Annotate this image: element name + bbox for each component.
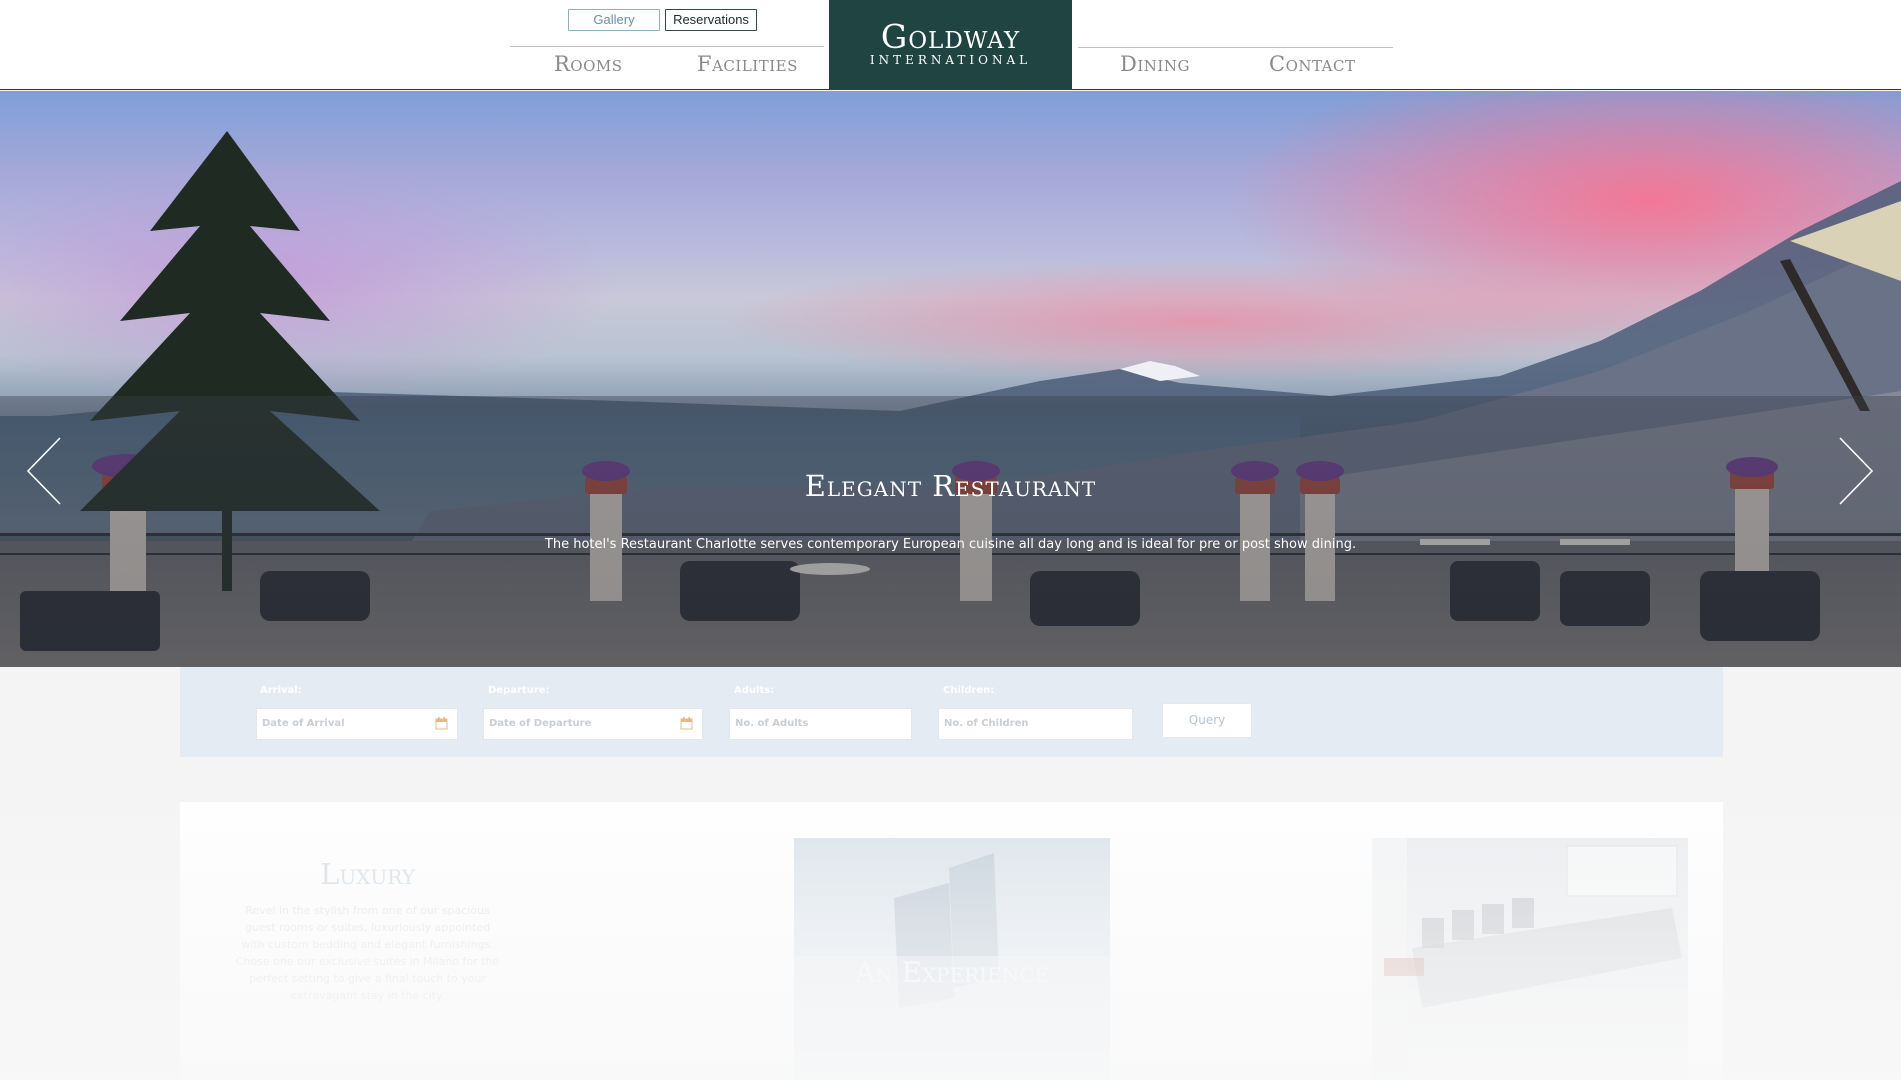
children-placeholder: No. of Children [944, 718, 1029, 729]
luxury-text: Revel in the stylish from one of our spa… [235, 904, 500, 1002]
site-logo[interactable]: Goldway INTERNATIONAL [829, 0, 1072, 90]
calendar-icon[interactable] [680, 717, 693, 730]
experience-title: An Experience [854, 956, 1050, 989]
header-right-nav: Dining Contact [1078, 0, 1393, 90]
reservations-button[interactable]: Reservations [665, 9, 757, 31]
adults-label: Adults: [734, 685, 775, 696]
nav-facilities[interactable]: Facilities [697, 52, 798, 76]
site-header: Gallery Reservations Rooms Facilities Go… [0, 0, 1901, 90]
departure-label: Departure: [488, 685, 550, 696]
nav-rooms[interactable]: Rooms [554, 52, 623, 76]
chevron-right-icon[interactable] [1836, 436, 1876, 506]
query-button[interactable]: Query [1162, 703, 1252, 738]
hero-description: The hotel's Restaurant Charlotte serves … [544, 537, 1357, 552]
children-label: Children: [943, 685, 995, 696]
logo-name: Goldway [880, 17, 1021, 56]
experience-card[interactable]: An Experience [794, 838, 1110, 1080]
departure-date-field[interactable]: Date of Departure [483, 708, 703, 740]
departure-placeholder: Date of Departure [489, 718, 592, 729]
nav-divider-left [510, 46, 824, 47]
luxury-title: Luxury [320, 857, 415, 891]
header-left-nav: Gallery Reservations Rooms Facilities [510, 0, 824, 90]
adults-placeholder: No. of Adults [735, 718, 809, 729]
hero-slider: Elegant Restaurant The hotel's Restauran… [0, 91, 1901, 667]
nav-divider-right [1078, 47, 1393, 48]
adults-field[interactable]: No. of Adults [729, 708, 912, 740]
children-field[interactable]: No. of Children [938, 708, 1133, 740]
gallery-button[interactable]: Gallery [568, 9, 660, 31]
arrival-label: Arrival: [260, 685, 302, 696]
nav-contact[interactable]: Contact [1269, 52, 1356, 76]
hero-caption-band [0, 396, 1901, 667]
arrival-date-field[interactable]: Date of Arrival [256, 708, 458, 740]
calendar-icon[interactable] [435, 717, 448, 730]
booking-form: Arrival: Date of Arrival Departure: Date… [180, 667, 1723, 757]
meeting-room-image [1372, 838, 1682, 1080]
hero-title: Elegant Restaurant [804, 469, 1097, 503]
chevron-left-icon[interactable] [24, 436, 64, 506]
arrival-placeholder: Date of Arrival [262, 718, 345, 729]
features-section: Luxury Revel in the stylish from one of … [180, 802, 1723, 1080]
meeting-card[interactable] [1372, 838, 1688, 1080]
logo-subtitle: INTERNATIONAL [869, 53, 1032, 67]
nav-dining[interactable]: Dining [1120, 52, 1190, 76]
